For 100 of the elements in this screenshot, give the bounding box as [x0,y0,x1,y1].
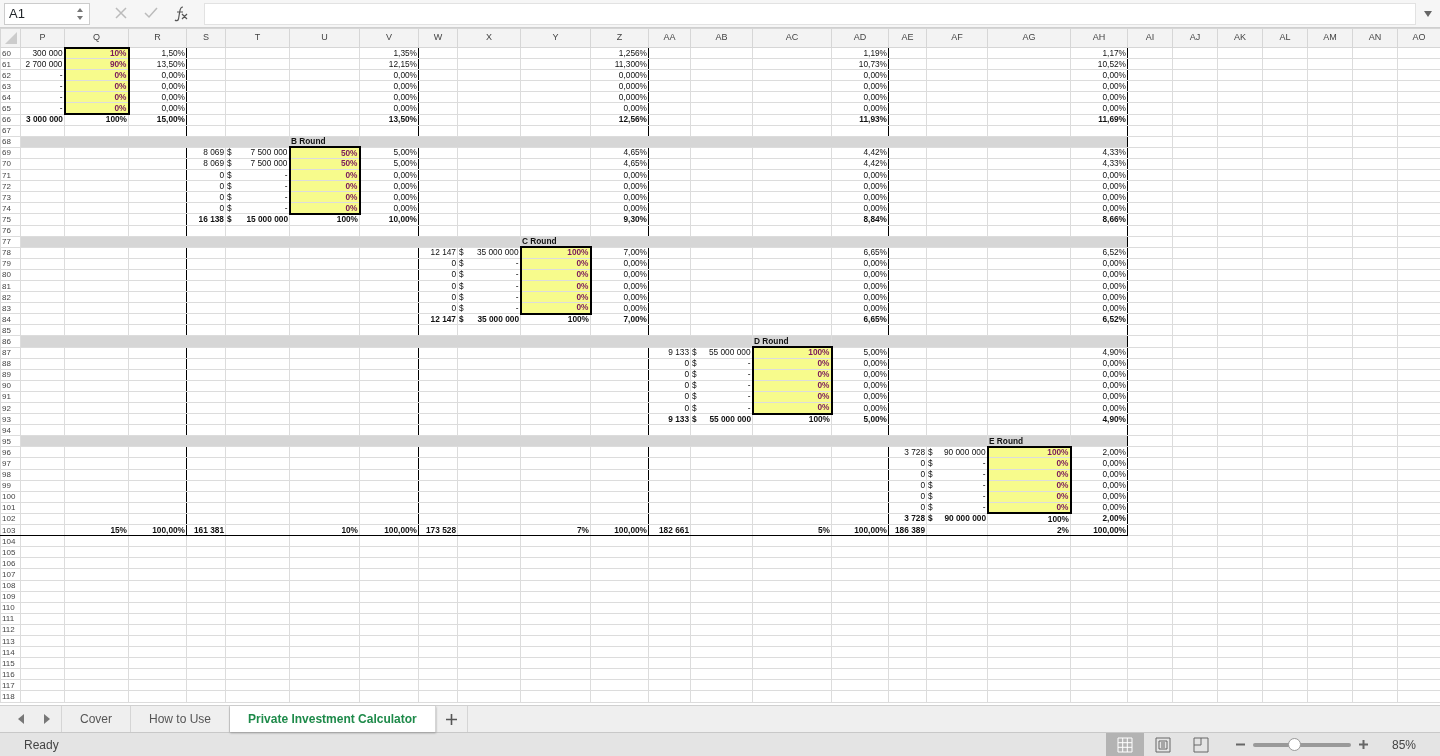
row-number[interactable]: 112 [0,624,21,636]
row-number[interactable]: 117 [0,679,21,691]
input-cell[interactable]: 50% [289,147,360,159]
input-cell[interactable]: 100% [520,247,591,259]
row-number[interactable]: 71 [0,169,21,181]
column-header[interactable]: T [225,28,290,48]
zoom-in-icon[interactable] [1358,740,1368,749]
input-cell[interactable]: 0% [752,380,832,392]
row-number[interactable]: 78 [0,247,21,259]
input-cell[interactable]: 0% [289,180,360,192]
column-header[interactable]: AB [690,28,753,48]
row-number[interactable]: 109 [0,591,21,603]
column-header[interactable]: Q [64,28,129,48]
column-header[interactable]: V [359,28,419,48]
column-header[interactable]: AK [1217,28,1263,48]
select-all-triangle-icon[interactable] [4,31,17,44]
column-header[interactable]: AI [1127,28,1173,48]
row-number[interactable]: 68 [0,136,21,148]
input-cell[interactable]: 100% [752,347,832,359]
column-header[interactable]: Y [520,28,591,48]
row-number[interactable]: 60 [0,47,21,59]
row-number[interactable]: 105 [0,546,21,558]
row-number[interactable]: 106 [0,557,21,569]
row-number[interactable]: 61 [0,58,21,70]
row-number[interactable]: 82 [0,291,21,303]
input-cell[interactable]: 90% [64,58,129,70]
row-number[interactable]: 114 [0,646,21,658]
input-cell[interactable]: 0% [752,402,832,414]
column-header[interactable]: AL [1262,28,1308,48]
name-box[interactable]: A1 [4,2,90,25]
row-number[interactable]: 80 [0,269,21,281]
column-header[interactable]: S [186,28,226,48]
row-number[interactable]: 92 [0,402,21,414]
row-number[interactable]: 95 [0,435,21,447]
row-number[interactable]: 70 [0,158,21,170]
row-number[interactable]: 103 [0,524,21,536]
row-number[interactable]: 76 [0,225,21,237]
sheet-tab[interactable]: Private Investment Calculator [230,706,436,732]
column-header[interactable]: AC [752,28,832,48]
row-number[interactable]: 66 [0,114,21,126]
row-number[interactable]: 94 [0,424,21,436]
row-number[interactable]: 67 [0,125,21,137]
input-cell[interactable]: 0% [520,258,591,270]
input-cell[interactable]: 0% [752,391,832,403]
input-cell[interactable]: 0% [752,358,832,370]
row-number[interactable]: 101 [0,502,21,514]
row-number[interactable]: 72 [0,180,21,192]
input-cell[interactable]: 0% [987,502,1071,514]
row-number[interactable]: 90 [0,380,21,392]
row-number[interactable]: 85 [0,324,21,336]
row-number[interactable]: 98 [0,469,21,481]
input-cell[interactable]: 0% [752,369,832,381]
row-number[interactable]: 63 [0,80,21,92]
row-number[interactable]: 62 [0,69,21,81]
column-header[interactable]: U [289,28,360,48]
row-number[interactable]: 74 [0,202,21,214]
column-header[interactable]: R [128,28,187,48]
input-cell[interactable]: 0% [987,480,1071,492]
row-number[interactable]: 83 [0,302,21,314]
row-number[interactable]: 64 [0,91,21,103]
input-cell[interactable]: 0% [987,469,1071,481]
input-cell[interactable]: 100% [987,446,1071,458]
row-number[interactable]: 102 [0,513,21,525]
column-header[interactable]: AF [926,28,988,48]
input-cell[interactable]: 10% [64,47,129,59]
input-cell[interactable]: 0% [987,491,1071,503]
column-header[interactable]: AE [888,28,927,48]
scroll-left-icon[interactable] [16,713,26,725]
row-number[interactable]: 87 [0,347,21,359]
row-number[interactable]: 79 [0,258,21,270]
scroll-right-icon[interactable] [42,713,52,725]
slider-thumb[interactable] [1288,737,1302,751]
input-cell[interactable]: 0% [520,302,591,314]
row-number[interactable]: 93 [0,413,21,425]
zoom-out-icon[interactable] [1235,743,1245,746]
dropdown-caret-icon[interactable] [1424,10,1432,17]
column-header[interactable]: AJ [1172,28,1218,48]
row-number[interactable]: 81 [0,280,21,292]
column-header[interactable]: AD [831,28,889,48]
row-number[interactable]: 91 [0,391,21,403]
row-number[interactable]: 110 [0,602,21,614]
column-header[interactable]: AM [1307,28,1353,48]
column-header[interactable]: AA [648,28,691,48]
input-cell[interactable]: 0% [289,202,360,214]
row-number[interactable]: 89 [0,369,21,381]
column-header[interactable]: W [418,28,458,48]
column-header[interactable]: Z [590,28,649,48]
row-number[interactable]: 115 [0,657,21,669]
formula-input[interactable] [204,2,1416,25]
column-header[interactable]: P [20,28,65,48]
input-cell[interactable]: 0% [289,169,360,181]
row-number[interactable]: 108 [0,580,21,592]
input-cell[interactable]: 0% [64,91,129,103]
row-number[interactable]: 69 [0,147,21,159]
input-cell[interactable]: 50% [289,158,360,170]
row-number[interactable]: 96 [0,446,21,458]
row-number[interactable]: 84 [0,313,21,325]
row-number[interactable]: 104 [0,535,21,547]
input-cell[interactable]: 0% [64,69,129,81]
row-number[interactable]: 88 [0,358,21,370]
